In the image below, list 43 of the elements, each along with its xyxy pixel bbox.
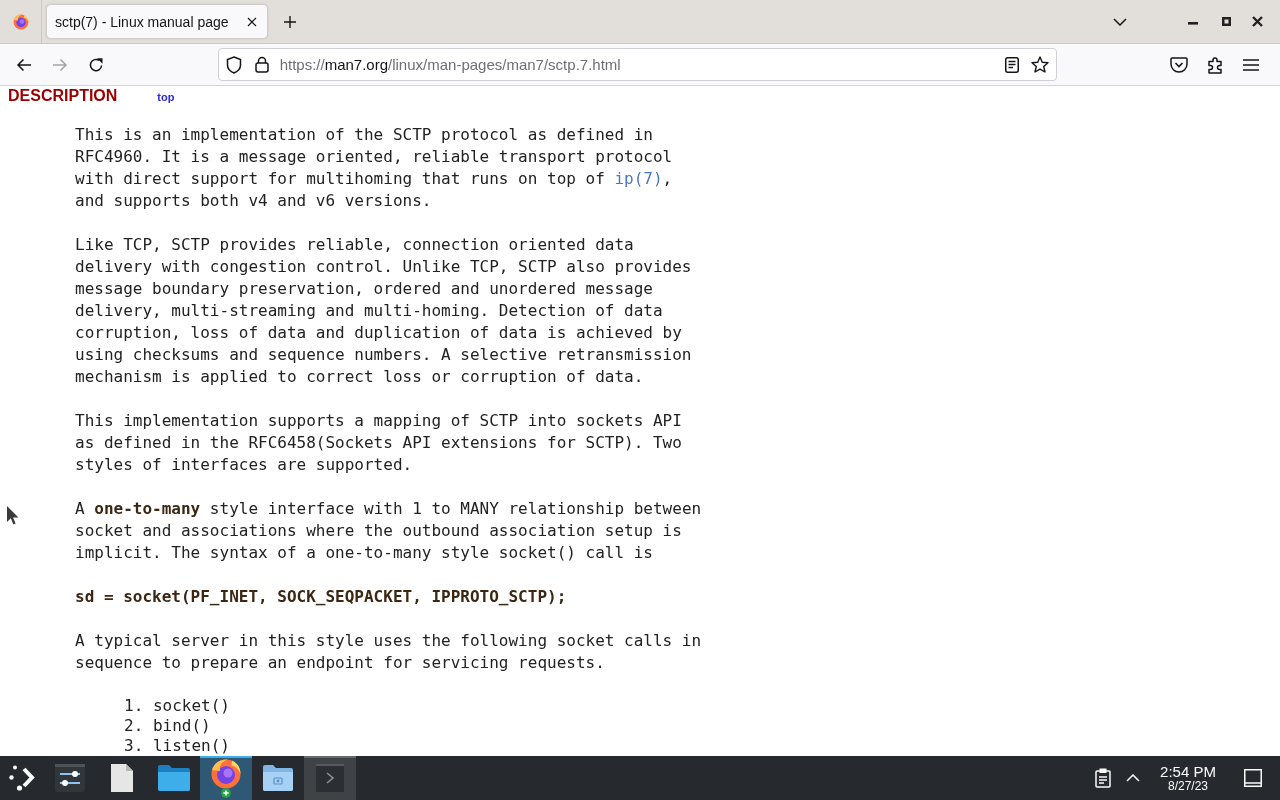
close-icon[interactable] xyxy=(1252,16,1263,27)
puzzle-piece-icon[interactable] xyxy=(1206,55,1225,74)
browser-tab[interactable]: sctp(7) - Linux manual page xyxy=(47,5,267,38)
url-field[interactable]: https://man7.org/linux/man-pages/man7/sctp.7.html xyxy=(217,48,1058,81)
plus-icon[interactable] xyxy=(284,15,296,28)
mouse-pointer-icon xyxy=(7,506,19,525)
chevron-down-icon[interactable] xyxy=(1113,17,1127,26)
back-arrow-icon[interactable] xyxy=(15,57,32,72)
link[interactable]: ip(7) xyxy=(614,169,663,188)
clipboard-icon[interactable] xyxy=(1095,768,1111,788)
paragraph: A one-to-many style interface with 1 to MANY relationship between socket and associations where the outbound association setup is implicit. The syntax of a one-to-many style socket() call is xyxy=(75,498,703,564)
document-icon[interactable] xyxy=(111,764,133,792)
clock-time: 2:54 PM xyxy=(1160,763,1216,780)
screen-icon[interactable] xyxy=(1244,769,1262,787)
list-item: 1. socket() xyxy=(123,696,231,716)
clock-date: 8/27/23 xyxy=(1167,779,1208,793)
maximize-icon[interactable] xyxy=(1222,17,1231,26)
camera-folder-icon[interactable] xyxy=(263,765,293,791)
reload-icon[interactable] xyxy=(87,56,104,73)
lock-icon[interactable] xyxy=(254,56,269,73)
minimize-icon[interactable] xyxy=(1188,22,1198,25)
star-icon[interactable] xyxy=(1031,56,1050,73)
close-icon[interactable] xyxy=(247,16,257,27)
menu-icon[interactable] xyxy=(1243,58,1260,71)
chevron-up-icon[interactable] xyxy=(1126,774,1140,782)
paragraph: This is an implementation of the SCTP protocol as defined in RFC4960. It is a message oriented, reliable transport protocol with direct support for multihoming that runs on top of ip(7), and supports both v4 and v6 versions. xyxy=(75,124,674,212)
list-item: 2. bind() xyxy=(123,716,212,736)
list-item: 3. listen() xyxy=(123,736,231,756)
code-line: sd = socket(PF_INET, SOCK_SEQPACKET, IPPROTO_SCTP); xyxy=(75,586,568,608)
folder-icon[interactable] xyxy=(158,765,190,791)
reader-view-icon[interactable] xyxy=(1005,56,1020,73)
paragraph: This implementation supports a mapping of SCTP into sockets API as defined in the RFC6458(Sockets API extensions for SCTP). Two styles of interfaces are supported. xyxy=(75,410,683,476)
section-heading: DESCRIPTION xyxy=(8,86,118,106)
app-launcher-icon[interactable] xyxy=(9,765,35,791)
top-link[interactable]: top xyxy=(157,87,175,107)
sliders-icon[interactable] xyxy=(55,764,85,792)
shield-icon[interactable] xyxy=(225,55,242,74)
browser-logo-icon[interactable] xyxy=(210,758,242,798)
browser-logo-icon[interactable] xyxy=(12,13,29,30)
paragraph: A typical server in this style uses the following socket calls in sequence to prepare an endpoint for servicing requests. xyxy=(75,630,703,674)
terminal-icon[interactable] xyxy=(316,764,344,792)
pocket-icon[interactable] xyxy=(1170,56,1189,73)
paragraph: Like TCP, SCTP provides reliable, connection oriented data delivery with congestion control. Unlike TCP, SCTP also provides message boundary preservation, ordered and unordered message delivery, multi-streaming and multi-homing. Detection of data corruption, loss of data and duplication of data is achieved by using checksums and sequence numbers. A selective retransmission mechanism is applied to correct loss or corruption of data. xyxy=(75,234,693,388)
